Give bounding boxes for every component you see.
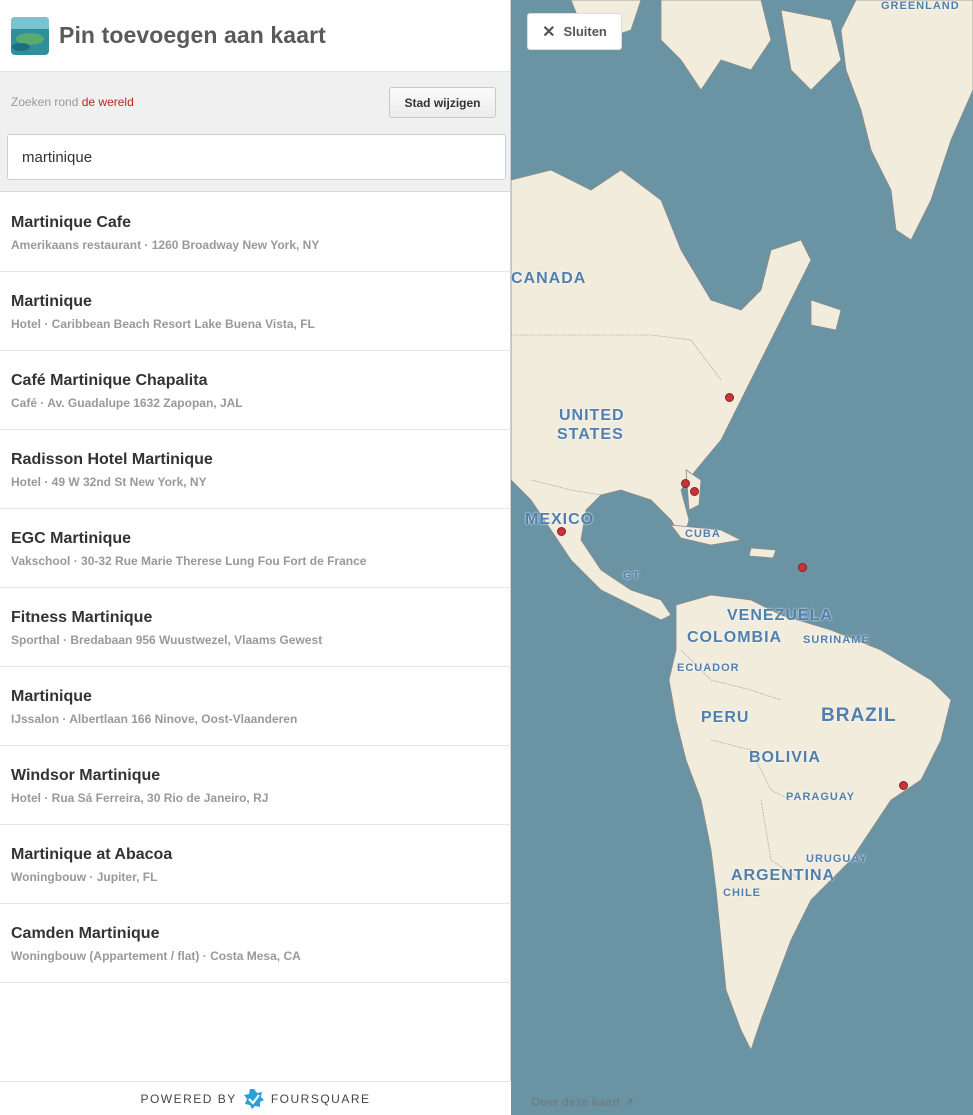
change-city-button[interactable]: Stad wijzigen bbox=[389, 87, 496, 118]
map-pin[interactable] bbox=[725, 393, 734, 402]
map-pin[interactable] bbox=[899, 781, 908, 790]
result-item[interactable]: Martinique Cafe Amerikaans restaurant · 1… bbox=[0, 193, 511, 272]
map-label-states: STATES bbox=[557, 426, 624, 443]
map-label-colombia: COLOMBIA bbox=[687, 629, 783, 646]
map-pin[interactable] bbox=[798, 563, 807, 572]
map-label-gt: GT bbox=[623, 570, 641, 582]
map-label-cuba: CUBA bbox=[685, 528, 721, 540]
close-icon: ✕ bbox=[542, 23, 556, 41]
result-name: Martinique at Abacoa bbox=[11, 846, 173, 863]
map-label-peru: PERU bbox=[701, 709, 750, 726]
map-pin[interactable] bbox=[690, 487, 699, 496]
result-item[interactable]: Radisson Hotel Martinique Hotel · 49 W 32… bbox=[0, 430, 511, 509]
close-map-button[interactable]: ✕ Sluiten bbox=[527, 13, 622, 50]
map-label-bolivia: BOLIVIA bbox=[749, 749, 821, 766]
result-item[interactable]: EGC Martinique Vakschool · 30-32 Rue Mari… bbox=[0, 509, 511, 588]
result-item[interactable]: Fitness Martinique Sporthal · Bredabaan 9… bbox=[0, 588, 511, 667]
result-name: Café Martinique Chapalita bbox=[11, 372, 208, 389]
map-land-shapes bbox=[511, 0, 973, 1052]
foursquare-brand: FOURSQUARE bbox=[270, 1091, 371, 1106]
map-label-brazil: BRAZIL bbox=[821, 705, 897, 726]
result-subtitle: Sporthal · Bredabaan 956 Wuustwezel, Vla… bbox=[11, 633, 323, 647]
result-item[interactable]: Martinique IJssalon · Albertlaan 166 Nino… bbox=[0, 667, 511, 746]
result-item[interactable]: Café Martinique Chapalita Café · Av. Guad… bbox=[0, 351, 511, 430]
result-subtitle: Hotel · 49 W 32nd St New York, NY bbox=[11, 475, 207, 489]
world-map[interactable]: GREENLAND CANADA UNITED STATES MEXICO CU… bbox=[511, 0, 973, 1115]
result-subtitle: Café · Av. Guadalupe 1632 Zapopan, JAL bbox=[11, 396, 243, 410]
map-label-united: UNITED bbox=[559, 407, 625, 424]
powered-by-label: POWERED BY bbox=[140, 1091, 237, 1106]
panel-header: Pin toevoegen aan kaart bbox=[0, 0, 510, 72]
page-title: Pin toevoegen aan kaart bbox=[59, 22, 326, 48]
map-pin[interactable] bbox=[557, 527, 566, 536]
result-subtitle: Amerikaans restaurant · 1260 Broadway Ne… bbox=[11, 238, 320, 252]
result-item[interactable]: Martinique at Abacoa Woningbouw · Jupiter… bbox=[0, 825, 511, 904]
result-item[interactable]: Camden Martinique Woningbouw (Appartement… bbox=[0, 904, 511, 983]
close-label: Sluiten bbox=[563, 24, 607, 39]
map-label-paraguay: PARAGUAY bbox=[786, 791, 856, 803]
map-label-ecuador: ECUADOR bbox=[677, 662, 740, 674]
result-subtitle: IJssalon · Albertlaan 166 Ninove, Oost-V… bbox=[11, 712, 298, 726]
result-subtitle: Hotel · Caribbean Beach Resort Lake Buen… bbox=[11, 317, 315, 331]
result-item[interactable]: Martinique Hotel · Caribbean Beach Resort… bbox=[0, 272, 511, 351]
map-label-suriname: SURINAME bbox=[803, 634, 870, 646]
map-label-chile: CHILE bbox=[723, 887, 761, 899]
about-map-label: Over deze kaart bbox=[531, 1095, 621, 1109]
result-name: Radisson Hotel Martinique bbox=[11, 451, 213, 468]
foursquare-logo-icon bbox=[243, 1088, 264, 1109]
map-pin[interactable] bbox=[681, 479, 690, 488]
result-name: Fitness Martinique bbox=[11, 609, 153, 626]
search-near: Zoeken rond de wereld bbox=[11, 95, 134, 109]
map-label-uruguay: URUGUAY bbox=[806, 853, 868, 865]
external-link-icon: ↗ bbox=[623, 1095, 634, 1109]
search-input[interactable]: martinique bbox=[7, 134, 506, 180]
powered-by-footer: POWERED BY FOURSQUARE bbox=[0, 1081, 511, 1115]
map-label-argentina: ARGENTINA bbox=[731, 867, 836, 884]
board-thumbnail bbox=[11, 16, 49, 55]
result-subtitle: Vakschool · 30-32 Rue Marie Therese Lung… bbox=[11, 554, 367, 568]
result-subtitle: Woningbouw · Jupiter, FL bbox=[11, 870, 158, 884]
near-prefix: Zoeken rond bbox=[11, 95, 79, 109]
result-name: Windsor Martinique bbox=[11, 767, 161, 784]
result-item[interactable]: Windsor Martinique Hotel · Rua Sá Ferreir… bbox=[0, 746, 511, 825]
near-location-link[interactable]: de wereld bbox=[82, 95, 134, 109]
map-label-canada: CANADA bbox=[511, 270, 587, 287]
result-name: Camden Martinique bbox=[11, 925, 160, 942]
result-name: Martinique bbox=[11, 293, 92, 310]
pin-panel: Pin toevoegen aan kaart Zoeken rond de w… bbox=[0, 0, 511, 1115]
results-list: Martinique Cafe Amerikaans restaurant · 1… bbox=[0, 193, 511, 983]
map-label-venezuela: VENEZUELA bbox=[727, 607, 833, 624]
about-map-link[interactable]: Over deze kaart ↗ bbox=[531, 1095, 634, 1109]
map-label-greenland: GREENLAND bbox=[881, 0, 960, 12]
result-name: Martinique bbox=[11, 688, 92, 705]
result-subtitle: Woningbouw (Appartement / flat) · Costa … bbox=[11, 949, 301, 963]
result-name: Martinique Cafe bbox=[11, 214, 132, 231]
result-subtitle: Hotel · Rua Sá Ferreira, 30 Rio de Janei… bbox=[11, 791, 269, 805]
result-name: EGC Martinique bbox=[11, 530, 132, 547]
